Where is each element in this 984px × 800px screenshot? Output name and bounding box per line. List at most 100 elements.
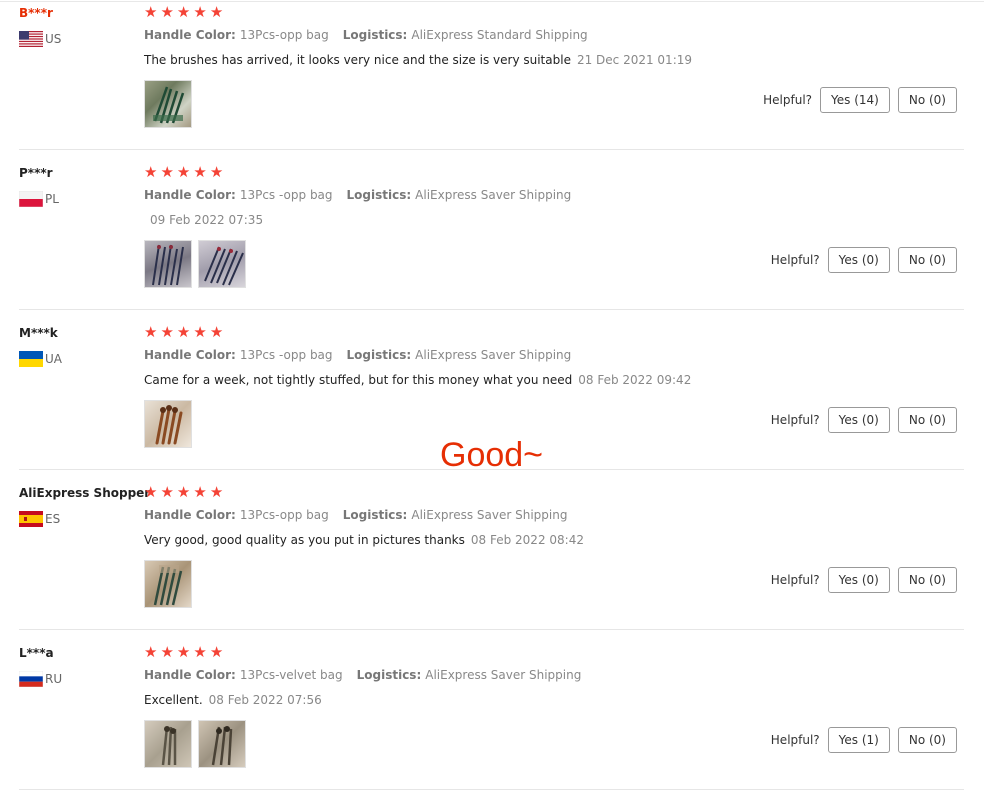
review-photos: [144, 560, 192, 608]
review-photo[interactable]: [144, 560, 192, 608]
helpful-label: Helpful?: [770, 573, 820, 587]
helpful-yes-button[interactable]: Yes (1): [827, 727, 890, 753]
review-meta: Handle Color: 13Pcs-velvet bag Logistics: A…: [144, 668, 581, 682]
helpful-yes-button[interactable]: Yes (0): [827, 407, 890, 433]
star-icon: ★: [160, 643, 174, 661]
flag-ua-icon: [19, 351, 43, 367]
review-photo[interactable]: [144, 400, 192, 448]
logistics-value: AliExpress Saver Shipping: [415, 188, 572, 202]
country-code: PL: [45, 192, 59, 206]
review-photos: [144, 720, 246, 768]
review-date: 08 Feb 2022 09:42: [578, 373, 692, 387]
review-text: Very good, good quality as you put in pi…: [144, 533, 584, 547]
logistics-value: AliExpress Saver Shipping: [411, 508, 568, 522]
review-photos: [144, 240, 246, 288]
handle-color-label: Handle Color:: [144, 668, 236, 682]
reviewer-name[interactable]: B***r: [19, 6, 53, 20]
review-body: Very good, good quality as you put in pi…: [144, 533, 465, 547]
star-icon: ★: [176, 3, 191, 21]
star-icon: ★: [193, 483, 207, 501]
helpful-no-button[interactable]: No (0): [897, 567, 957, 593]
review-body: Excellent.: [144, 693, 203, 707]
country-code: RU: [45, 672, 63, 686]
star-icon: ★: [209, 163, 224, 181]
handle-color-label: Handle Color:: [144, 508, 236, 522]
handle-color-value: 13Pcs-opp bag: [239, 508, 329, 522]
star-icon: ★: [144, 483, 158, 501]
review-item: B***r US ★ ★ ★ ★ ★ Handle Color: 13Pcs-opp ba…: [0, 0, 984, 160]
star-icon: ★: [144, 3, 158, 21]
star-icon: ★: [193, 323, 207, 341]
logistics-value: AliExpress Saver Shipping: [415, 348, 572, 362]
review-photos: [144, 80, 192, 128]
helpful-controls: Helpful? Yes (1) No (0): [771, 727, 957, 753]
rating-stars: ★ ★ ★ ★ ★: [144, 4, 223, 21]
rating-stars: ★ ★ ★ ★ ★: [144, 644, 223, 661]
review-photo[interactable]: [198, 240, 246, 288]
helpful-controls: Helpful? Yes (14) No (0): [763, 87, 957, 113]
review-date: 08 Feb 2022 08:42: [470, 533, 584, 547]
handle-color-label: Handle Color:: [144, 348, 236, 362]
logistics-label: Logistics:: [342, 28, 408, 42]
star-icon: ★: [144, 163, 158, 181]
review-photo[interactable]: [198, 720, 246, 768]
reviewer-name: M***k: [19, 326, 58, 340]
review-photos: [144, 400, 192, 448]
review-date: 08 Feb 2022 07:56: [208, 693, 322, 707]
reviewer-name: L***a: [19, 646, 54, 660]
reviewer-name: AliExpress Shopper: [19, 486, 151, 500]
review-meta: Handle Color: 13Pcs-opp bag Logistics: AliE…: [144, 508, 567, 522]
flag-ru-icon: [19, 671, 43, 687]
star-icon: ★: [193, 3, 207, 21]
review-body: Came for a week, not tightly stuffed, bu…: [144, 373, 573, 387]
flag-us-icon: [19, 31, 43, 47]
review-meta: Handle Color: 13Pcs-opp bag Logistics: AliE…: [144, 28, 588, 42]
handle-color-value: 13Pcs-velvet bag: [239, 668, 343, 682]
star-icon: ★: [193, 643, 207, 661]
star-icon: ★: [144, 643, 158, 661]
helpful-no-button[interactable]: No (0): [897, 247, 957, 273]
logistics-label: Logistics:: [346, 348, 412, 362]
star-icon: ★: [176, 483, 191, 501]
helpful-no-button[interactable]: No (0): [897, 87, 957, 113]
review-photo[interactable]: [144, 720, 192, 768]
review-date: 09 Feb 2022 07:35: [150, 213, 264, 227]
helpful-yes-button[interactable]: Yes (0): [827, 247, 890, 273]
helpful-yes-button[interactable]: Yes (0): [827, 567, 890, 593]
review-divider: [19, 149, 964, 150]
logistics-value: AliExpress Standard Shipping: [411, 28, 588, 42]
review-photo[interactable]: [144, 240, 192, 288]
country-code: UA: [45, 352, 62, 366]
handle-color-label: Handle Color:: [144, 28, 236, 42]
country-code: US: [45, 32, 62, 46]
logistics-label: Logistics:: [346, 188, 412, 202]
review-item: P***r PL ★ ★ ★ ★ ★ Handle Color: 13Pcs -opp b…: [0, 160, 984, 320]
handle-color-value: 13Pcs-opp bag: [239, 28, 329, 42]
review-body: The brushes has arrived, it looks very n…: [144, 53, 571, 67]
handle-color-value: 13Pcs -opp bag: [239, 348, 333, 362]
helpful-no-button[interactable]: No (0): [897, 727, 957, 753]
handle-color-value: 13Pcs -opp bag: [239, 188, 333, 202]
country-code: ES: [45, 512, 61, 526]
review-text: 09 Feb 2022 07:35: [144, 213, 263, 227]
helpful-yes-button[interactable]: Yes (14): [820, 87, 890, 113]
reviewer-country: UA: [19, 351, 62, 367]
helpful-no-button[interactable]: No (0): [897, 407, 957, 433]
reviewer-name: P***r: [19, 166, 53, 180]
star-icon: ★: [176, 163, 191, 181]
helpful-label: Helpful?: [770, 413, 820, 427]
review-text: The brushes has arrived, it looks very n…: [144, 53, 692, 67]
review-photo[interactable]: [144, 80, 192, 128]
review-meta: Handle Color: 13Pcs -opp bag Logistics: Ali…: [144, 188, 571, 202]
reviewer-country: RU: [19, 671, 62, 687]
helpful-label: Helpful?: [770, 253, 820, 267]
rating-stars: ★ ★ ★ ★ ★: [144, 484, 223, 501]
star-icon: ★: [193, 163, 207, 181]
reviewer-country: ES: [19, 511, 60, 527]
star-icon: ★: [160, 483, 174, 501]
review-item: AliExpress Shopper ES ★ ★ ★ ★ ★ Handle Color…: [0, 480, 984, 640]
logistics-value: AliExpress Saver Shipping: [425, 668, 582, 682]
helpful-controls: Helpful? Yes (0) No (0): [771, 567, 957, 593]
flag-pl-icon: [19, 191, 43, 207]
rating-stars: ★ ★ ★ ★ ★: [144, 164, 223, 181]
